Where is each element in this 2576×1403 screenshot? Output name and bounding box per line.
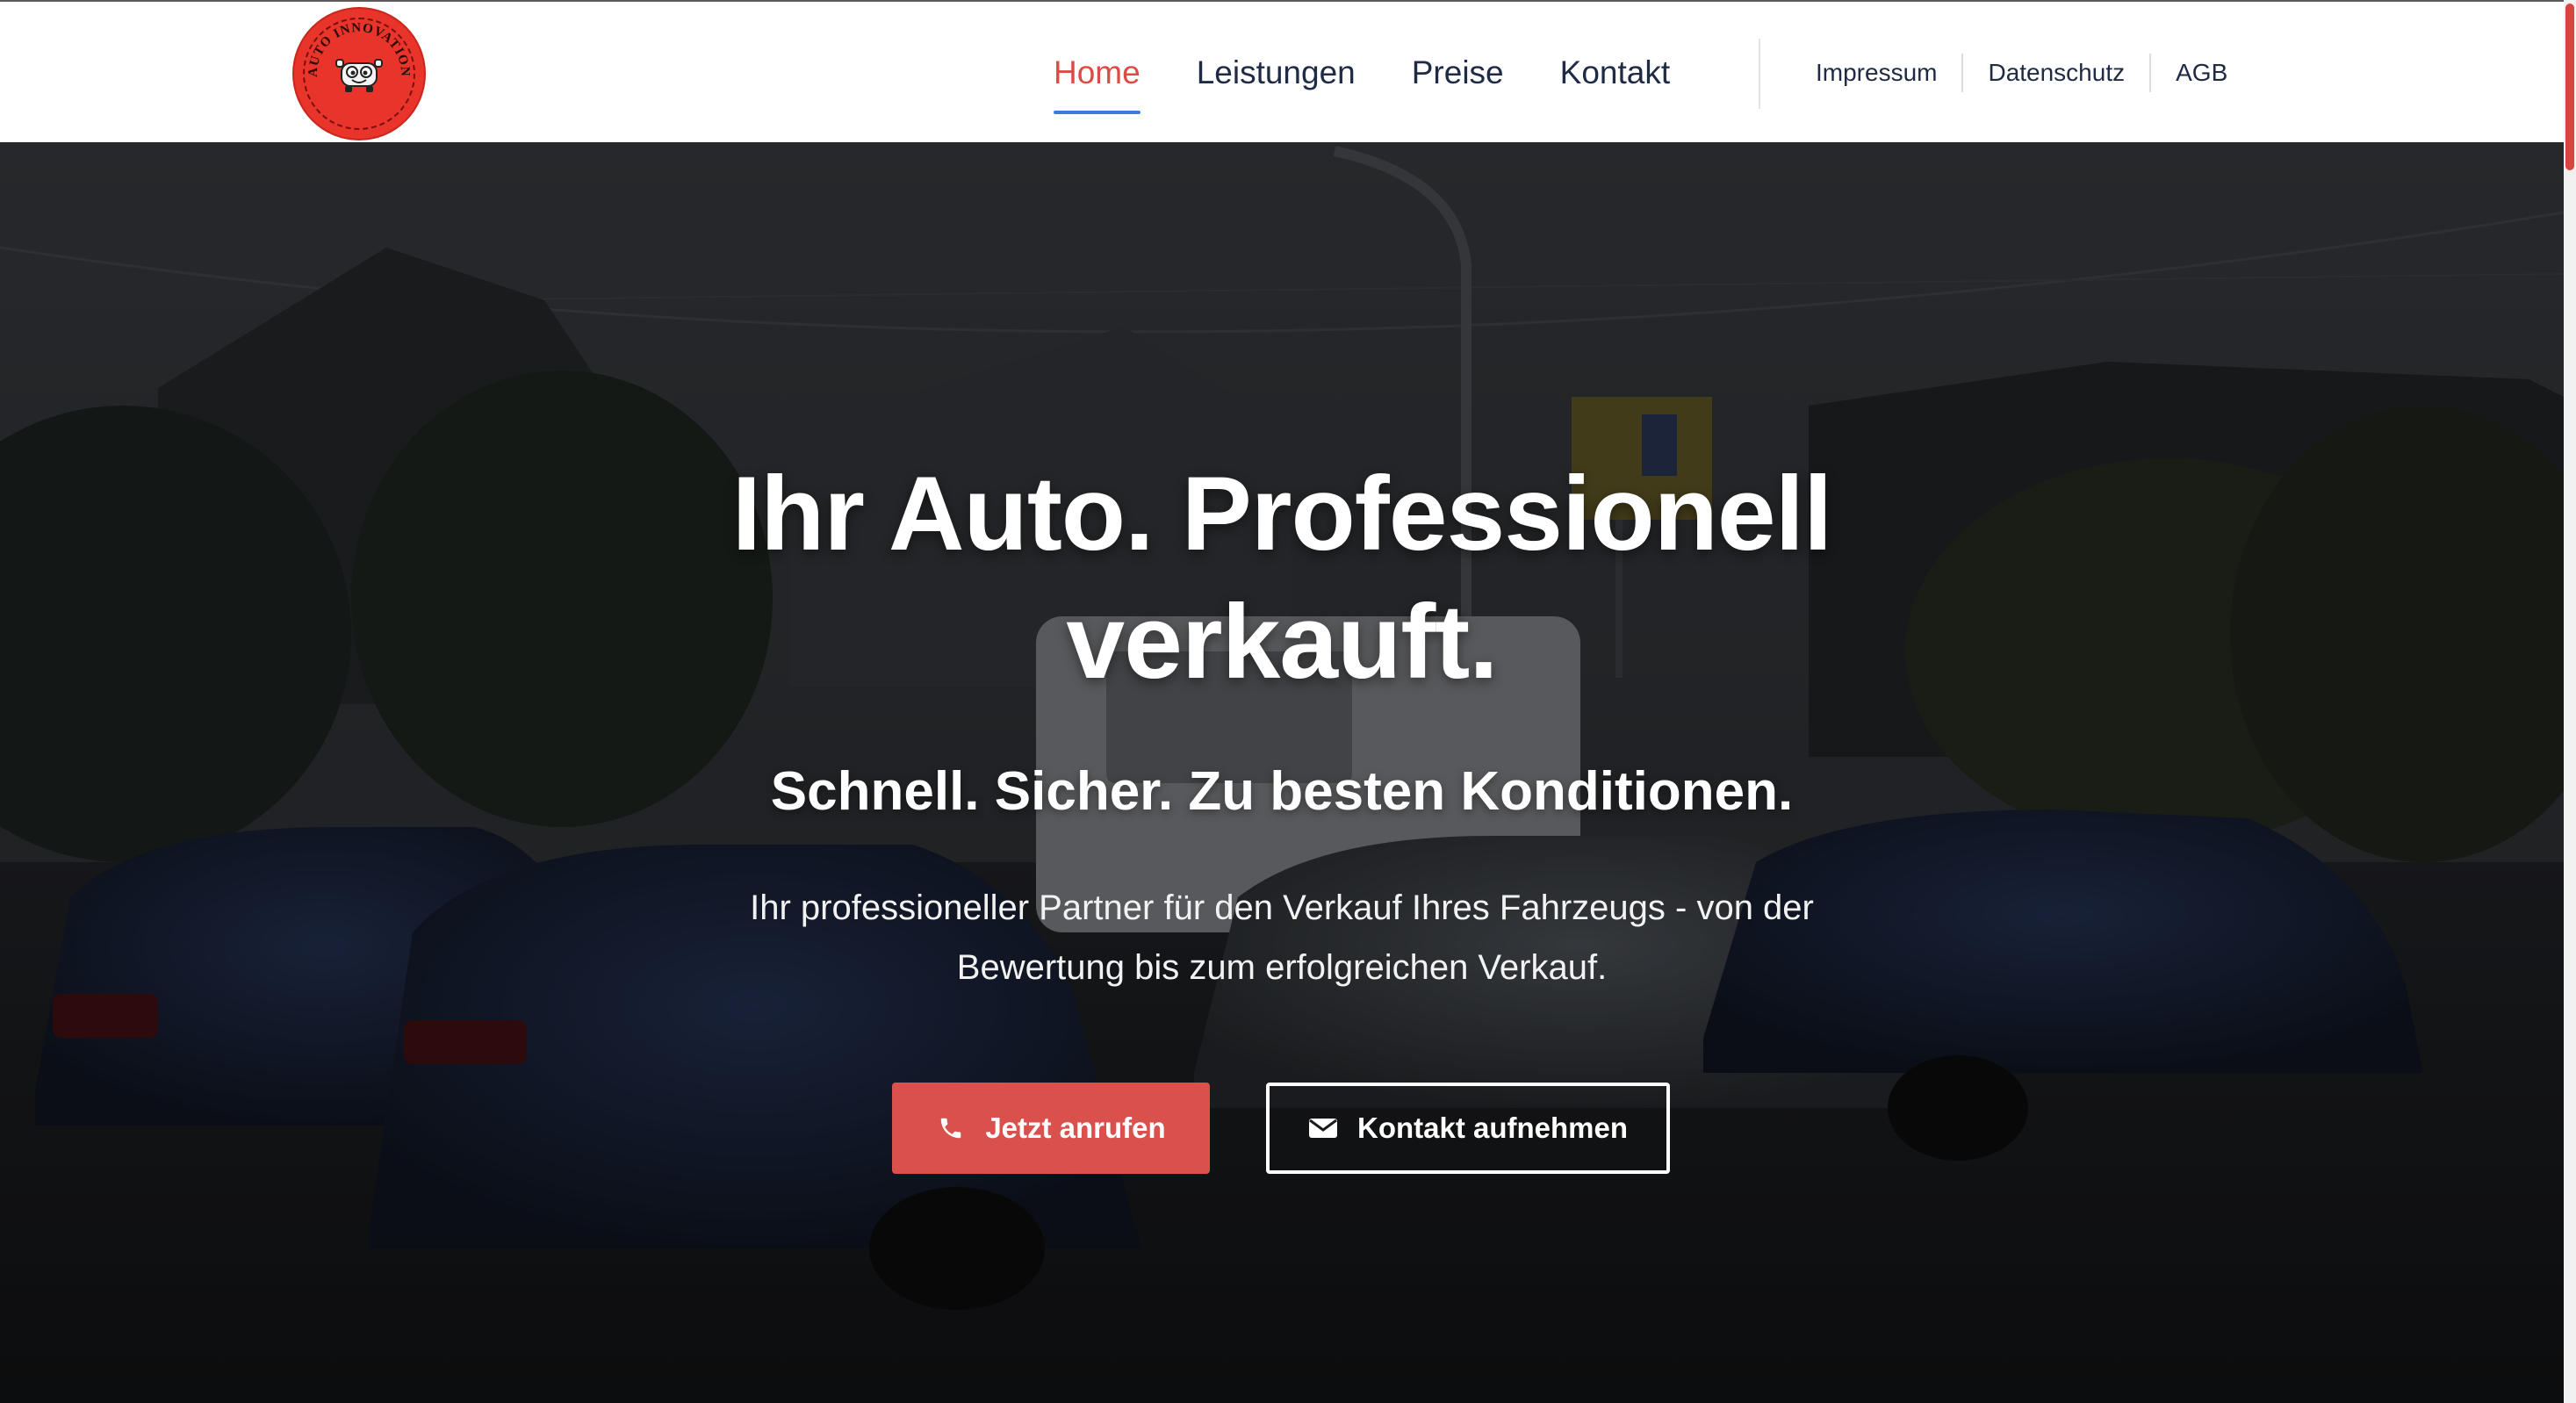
hero-title-line-1: Ihr Auto. Professionell: [731, 455, 1833, 572]
hero-title-line-2: verkauft.: [1066, 583, 1498, 701]
hero-section: Ihr Auto. Professionell verkauft. Schnel…: [0, 142, 2564, 1403]
nav-item-datenschutz[interactable]: Datenschutz: [1988, 59, 2125, 87]
scrollbar[interactable]: [2564, 0, 2576, 1403]
nav-item-home[interactable]: Home: [1054, 2, 1140, 144]
hero-description: Ihr professioneller Partner für den Verk…: [750, 889, 1814, 987]
nav-item-label: Leistungen: [1196, 54, 1356, 90]
nav-item-agb[interactable]: AGB: [2176, 59, 2227, 87]
scrollbar-thumb[interactable]: [2565, 4, 2574, 170]
envelope-icon: [1308, 1113, 1338, 1143]
legal-separator: [2149, 54, 2152, 92]
main-nav: Home Leistungen Preise Kontakt: [1054, 2, 1726, 144]
site-header: AUTO INNOVATION Home Leistungen Preise K…: [0, 0, 2576, 142]
nav-item-kontakt[interactable]: Kontakt: [1560, 2, 1670, 144]
nav-item-leistungen[interactable]: Leistungen: [1197, 2, 1356, 144]
call-now-button[interactable]: Jetzt anrufen: [892, 1083, 1210, 1174]
hero-subtitle: Schnell. Sicher. Zu besten Konditionen.: [770, 761, 1794, 822]
call-now-label: Jetzt anrufen: [985, 1112, 1166, 1144]
nav-divider: [1759, 39, 1760, 109]
nav-item-preise[interactable]: Preise: [1412, 2, 1504, 144]
nav-item-label: Preise: [1411, 54, 1504, 90]
contact-button[interactable]: Kontakt aufnehmen: [1266, 1083, 1670, 1174]
hero-title: Ihr Auto. Professionell verkauft.: [667, 450, 1896, 706]
car-mascot-icon: [335, 59, 383, 92]
logo[interactable]: AUTO INNOVATION: [294, 9, 424, 139]
legal-nav: Impressum Datenschutz AGB: [1816, 2, 2227, 144]
contact-label: Kontakt aufnehmen: [1356, 1112, 1629, 1144]
phone-icon: [936, 1113, 966, 1143]
nav-item-label: Kontakt: [1559, 54, 1671, 90]
legal-separator: [1961, 54, 1964, 92]
nav-item-label: Home: [1054, 54, 1140, 90]
nav-item-impressum[interactable]: Impressum: [1816, 59, 1937, 87]
